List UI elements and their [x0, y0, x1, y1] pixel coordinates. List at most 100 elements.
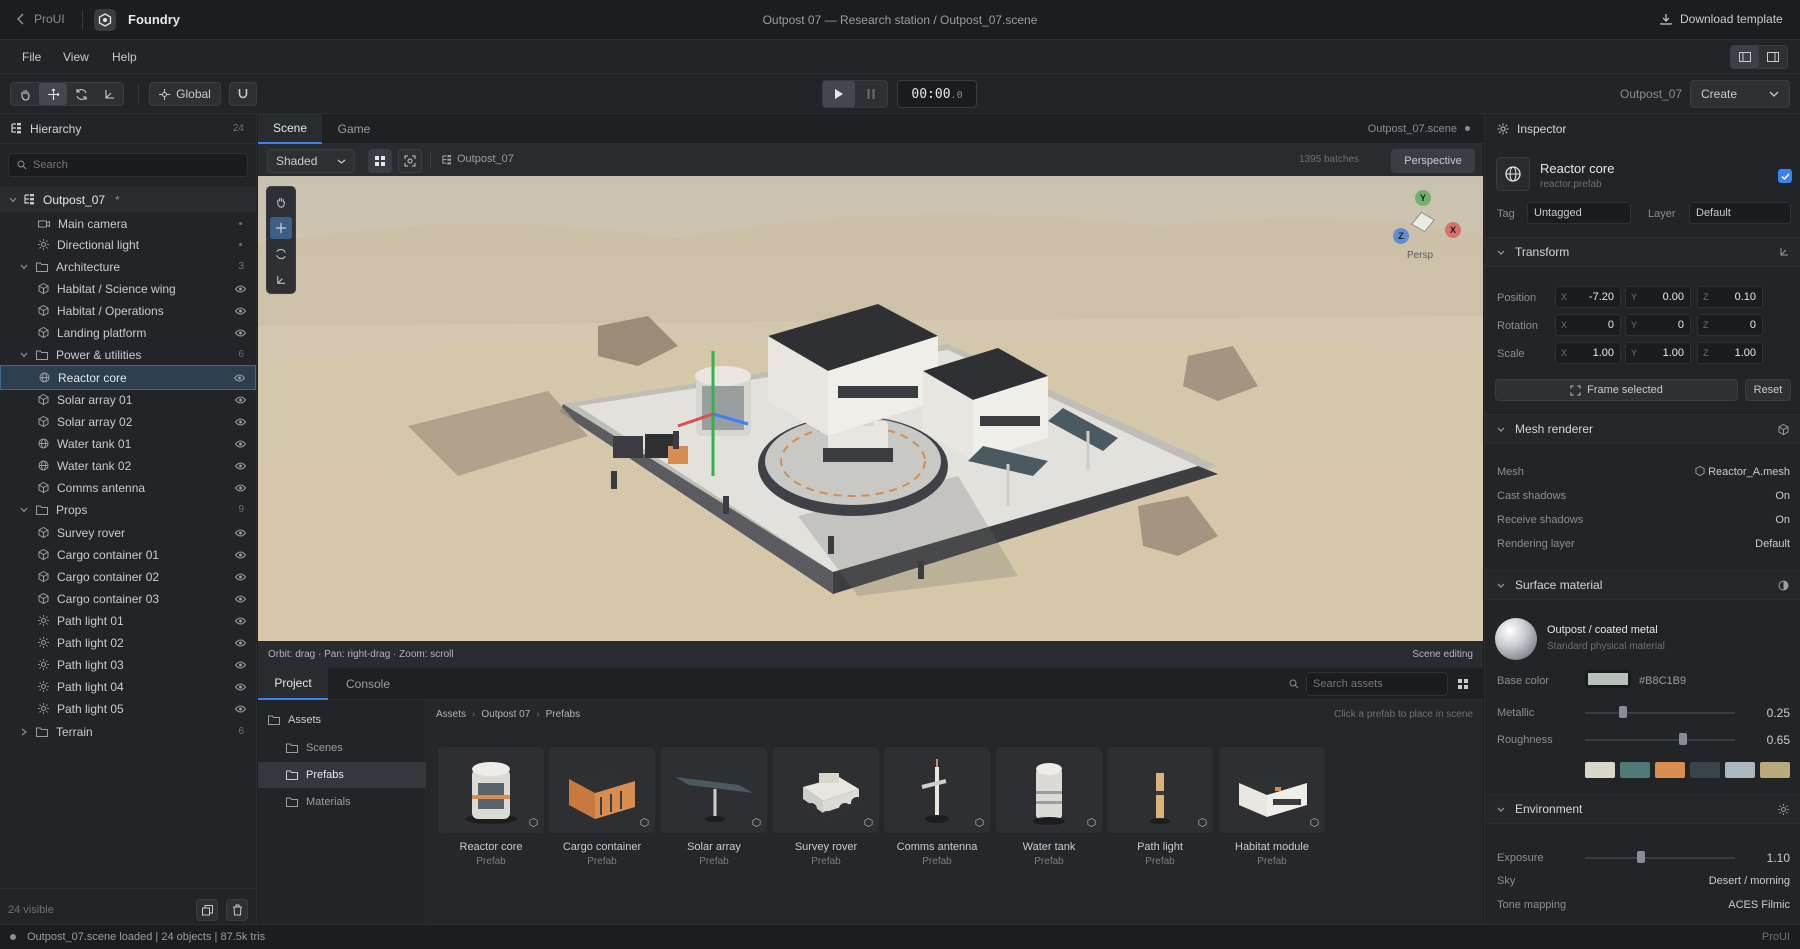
transform-y-field[interactable]: Y 0.00	[1625, 286, 1691, 308]
move-tool-icon[interactable]	[39, 83, 67, 105]
snap-toggle-button[interactable]	[229, 82, 257, 106]
asset-search[interactable]	[1306, 672, 1448, 696]
tab-project[interactable]: Project	[258, 668, 328, 700]
visibility-eye-icon[interactable]	[235, 418, 246, 426]
asset-thumbnail[interactable]	[438, 747, 544, 833]
asset-card[interactable]: Habitat module Prefab	[1219, 747, 1325, 867]
metallic-slider[interactable]	[1585, 712, 1735, 714]
create-dropdown[interactable]: Create	[1690, 80, 1790, 108]
base-color-hex[interactable]: #B8C1B9	[1639, 675, 1686, 687]
asset-card[interactable]: Comms antenna Prefab	[884, 747, 990, 867]
asset-card[interactable]: Path light Prefab	[1107, 747, 1213, 867]
hierarchy-search[interactable]	[8, 153, 248, 177]
asset-search-input[interactable]	[1313, 678, 1443, 690]
layout-split-icon[interactable]	[1731, 46, 1759, 68]
material-swatch[interactable]	[1585, 762, 1615, 778]
menu-view[interactable]: View	[63, 50, 89, 64]
rotate-tool-icon[interactable]	[67, 83, 95, 105]
material-name[interactable]: Outpost / coated metal	[1547, 624, 1658, 636]
transform-z-field[interactable]: Z 1.00	[1697, 342, 1763, 364]
scale-tool-icon[interactable]	[95, 83, 123, 105]
environment-header[interactable]: Environment	[1485, 794, 1800, 824]
pause-icon[interactable]	[855, 81, 887, 107]
transform-header[interactable]: Transform	[1485, 237, 1800, 267]
menu-help[interactable]: Help	[112, 50, 137, 64]
base-color-swatch[interactable]	[1585, 670, 1631, 688]
tag-field[interactable]: Untagged	[1527, 202, 1631, 224]
transform-z-field[interactable]: Z0	[1697, 314, 1763, 336]
surface-material-header[interactable]: Surface material	[1485, 570, 1800, 600]
menu-file[interactable]: File	[22, 50, 41, 64]
reset-button[interactable]: Reset	[1745, 379, 1791, 401]
visibility-eye-icon[interactable]	[235, 484, 246, 492]
breadcrumb-prefabs[interactable]: Prefabs	[546, 709, 580, 720]
visibility-eye-icon[interactable]	[235, 329, 246, 337]
visibility-eye-icon[interactable]	[235, 307, 246, 315]
material-swatch[interactable]	[1620, 762, 1650, 778]
chevron-down-icon[interactable]	[20, 264, 28, 270]
tab-console[interactable]: Console	[328, 668, 408, 700]
visibility-eye-icon[interactable]	[235, 617, 246, 625]
metallic-value[interactable]: 0.25	[1767, 706, 1790, 720]
asset-card[interactable]: Reactor core Prefab	[438, 747, 544, 867]
rotate-tool-icon[interactable]	[270, 243, 292, 265]
space-toggle-button[interactable]: Global	[149, 82, 221, 106]
roughness-value[interactable]: 0.65	[1767, 733, 1790, 747]
hand-tool-icon[interactable]	[11, 83, 39, 105]
duplicate-icon[interactable]	[196, 899, 218, 921]
chevron-down-icon[interactable]	[9, 197, 17, 203]
hierarchy-item[interactable]: Terrain 6	[0, 719, 256, 744]
tree-item-assets[interactable]: Assets	[258, 708, 426, 732]
transform-x-field[interactable]: X0	[1555, 314, 1621, 336]
material-swatch[interactable]	[1690, 762, 1720, 778]
visibility-eye-icon[interactable]	[235, 661, 246, 669]
sky-value[interactable]: Desert / morning	[1709, 875, 1790, 887]
receive-shadows-value[interactable]: On	[1775, 514, 1790, 526]
metallic-knob[interactable]	[1618, 706, 1627, 718]
transform-x-field[interactable]: X 1.00	[1555, 342, 1621, 364]
chevron-down-icon[interactable]	[20, 352, 28, 358]
move-tool-icon[interactable]	[270, 217, 292, 239]
visibility-eye-icon[interactable]	[235, 396, 246, 404]
play-icon[interactable]	[823, 81, 855, 107]
chevron-right-icon[interactable]	[20, 728, 28, 736]
hand-tool-icon[interactable]	[270, 191, 292, 213]
material-swatch[interactable]	[1725, 762, 1755, 778]
scene-breadcrumb[interactable]: Outpost_07	[457, 153, 514, 165]
scale-tool-icon[interactable]	[270, 269, 292, 291]
grid-view-icon[interactable]	[1458, 679, 1468, 689]
visibility-eye-icon[interactable]	[235, 573, 246, 581]
material-swatch[interactable]	[1760, 762, 1790, 778]
visibility-eye-icon[interactable]	[235, 529, 246, 537]
asset-thumbnail[interactable]	[996, 747, 1102, 833]
visibility-eye-icon[interactable]	[235, 462, 246, 470]
download-template-button[interactable]: Download template	[1660, 12, 1783, 26]
orientation-gizmo[interactable]: Y X Z Persp	[1393, 188, 1473, 261]
tone-mapping-value[interactable]: ACES Filmic	[1728, 899, 1790, 911]
layout-sidebar-icon[interactable]	[1759, 46, 1787, 68]
visibility-eye-icon[interactable]	[235, 551, 246, 559]
asset-thumbnail[interactable]	[884, 747, 990, 833]
breadcrumb-assets[interactable]: Assets	[436, 709, 466, 720]
asset-thumbnail[interactable]	[1219, 747, 1325, 833]
transform-y-field[interactable]: Y 1.00	[1625, 342, 1691, 364]
tree-item-materials[interactable]: Materials	[258, 790, 426, 814]
tree-item-scenes[interactable]: Scenes	[258, 736, 426, 760]
exposure-value[interactable]: 1.10	[1767, 851, 1790, 865]
visibility-eye-icon[interactable]	[235, 683, 246, 691]
focus-icon[interactable]	[398, 149, 422, 173]
asset-thumbnail[interactable]	[1107, 747, 1213, 833]
asset-card[interactable]: Survey rover Prefab	[773, 747, 879, 867]
hierarchy-root[interactable]: Outpost_07 *	[0, 187, 256, 212]
visibility-eye-icon[interactable]	[235, 639, 246, 647]
object-name[interactable]: Reactor core	[1540, 161, 1614, 176]
rendering-layer-value[interactable]: Default	[1755, 538, 1790, 550]
cast-shadows-value[interactable]: On	[1775, 490, 1790, 502]
shading-dropdown[interactable]: Shaded	[267, 149, 355, 173]
gizmo-x-axis[interactable]: X	[1445, 222, 1461, 238]
transform-z-field[interactable]: Z 0.10	[1697, 286, 1763, 308]
gizmo-y-axis[interactable]: Y	[1415, 190, 1431, 206]
asset-thumbnail[interactable]	[661, 747, 767, 833]
projection-toggle[interactable]: Perspective	[1391, 149, 1475, 173]
roughness-slider[interactable]	[1585, 739, 1735, 741]
